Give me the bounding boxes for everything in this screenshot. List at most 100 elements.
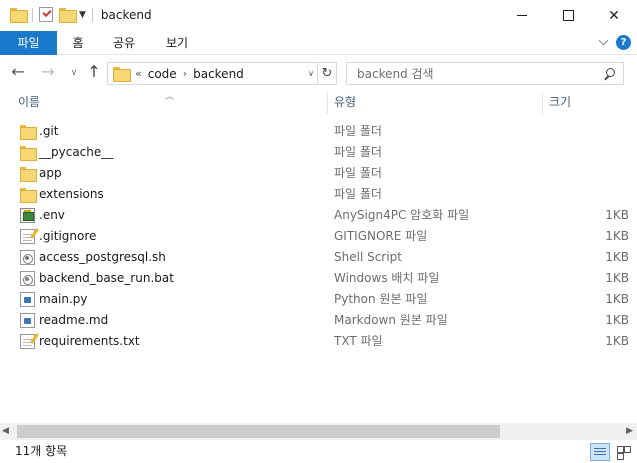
- minimize-button[interactable]: [499, 0, 545, 31]
- properties-icon[interactable]: [39, 7, 53, 22]
- window-title: backend: [100, 7, 152, 22]
- file-row-gitignore[interactable]: .gitignore GITIGNORE 파일 1KB: [0, 226, 637, 247]
- details-view-icon[interactable]: [590, 443, 610, 461]
- file-size: 1KB: [605, 334, 629, 348]
- file-type: GITIGNORE 파일: [334, 229, 428, 243]
- file-name: access_postgresql.sh: [39, 250, 166, 264]
- file-name: main.py: [39, 292, 88, 306]
- status-bar: 11개 항목: [0, 440, 637, 463]
- folder-icon: [20, 166, 37, 182]
- file-name: requirements.txt: [39, 334, 140, 348]
- file-size: 1KB: [605, 271, 629, 285]
- file-row-access-postgresql[interactable]: access_postgresql.sh Shell Script 1KB: [0, 247, 637, 268]
- file-type: 파일 폴더: [334, 187, 382, 201]
- new-folder-icon[interactable]: [59, 8, 77, 23]
- customize-toolbar-dropdown-icon[interactable]: ▼: [79, 10, 86, 20]
- help-icon[interactable]: ?: [616, 35, 631, 50]
- scroll-left-icon[interactable]: ◀: [2, 426, 9, 436]
- tab-share[interactable]: 공유: [108, 31, 140, 55]
- breadcrumb-backend[interactable]: backend: [193, 67, 244, 81]
- file-row-app[interactable]: app 파일 폴더: [0, 163, 637, 184]
- file-row-extensions[interactable]: extensions 파일 폴더: [0, 184, 637, 205]
- large-icons-view-icon[interactable]: [614, 443, 634, 461]
- file-type: Markdown 원본 파일: [334, 313, 448, 327]
- ribbon-tabs: 파일 홈 공유 보기 ?: [0, 31, 637, 55]
- column-header-size[interactable]: 크기: [549, 90, 571, 114]
- file-type: Windows 배치 파일: [334, 271, 440, 285]
- file-size: 1KB: [605, 229, 629, 243]
- breadcrumb-code[interactable]: code: [148, 67, 177, 81]
- window-controls: ✕: [499, 0, 637, 31]
- horizontal-scrollbar[interactable]: ◀ ▶: [0, 423, 637, 440]
- toolbar-divider: [91, 7, 93, 22]
- column-header-row: ︿ 이름 유형 크기: [0, 90, 637, 114]
- address-dropdown-icon[interactable]: ∨: [304, 62, 318, 85]
- file-size: 1KB: [605, 292, 629, 306]
- breadcrumb-overflow[interactable]: «: [135, 67, 142, 80]
- folder-icon: [113, 67, 131, 82]
- recent-locations-chevron-icon[interactable]: ∨: [66, 65, 82, 81]
- chevron-right-icon[interactable]: ›: [183, 67, 187, 80]
- python-file-icon: [20, 292, 35, 307]
- scroll-right-icon[interactable]: ▶: [626, 426, 633, 436]
- file-row-requirements[interactable]: requirements.txt TXT 파일 1KB: [0, 331, 637, 352]
- folder-icon: [20, 145, 37, 161]
- tab-home[interactable]: 홈: [66, 31, 90, 55]
- file-type: 파일 폴더: [334, 166, 382, 180]
- file-name: app: [39, 166, 62, 180]
- file-row-backend-base-run[interactable]: backend_base_run.bat Windows 배치 파일 1KB: [0, 268, 637, 289]
- file-type: AnySign4PC 암호화 파일: [334, 208, 470, 222]
- close-button[interactable]: ✕: [591, 0, 637, 31]
- file-row-env[interactable]: .env AnySign4PC 암호화 파일 1KB: [0, 205, 637, 226]
- title-bar: ▼ backend ✕: [0, 0, 637, 31]
- sort-ascending-icon: ︿: [165, 92, 175, 102]
- navigation-bar: ← → ∨ ↑ « code › backend ∨ ↻: [0, 56, 637, 90]
- file-type: TXT 파일: [334, 334, 383, 348]
- up-arrow-icon[interactable]: ↑: [86, 64, 102, 80]
- column-divider[interactable]: [542, 92, 543, 114]
- file-list: .git 파일 폴더 __pycache__ 파일 폴더 app 파일 폴더 e…: [0, 121, 637, 352]
- column-divider[interactable]: [327, 92, 328, 114]
- column-header-name[interactable]: 이름: [18, 90, 40, 114]
- search-input[interactable]: [347, 63, 587, 84]
- file-name: readme.md: [39, 313, 109, 327]
- file-name: .env: [39, 208, 65, 222]
- search-icon[interactable]: [604, 68, 615, 79]
- file-size: 1KB: [605, 250, 629, 264]
- tab-view[interactable]: 보기: [160, 31, 194, 55]
- file-size: 1KB: [605, 313, 629, 327]
- file-row-pycache[interactable]: __pycache__ 파일 폴더: [0, 142, 637, 163]
- maximize-button[interactable]: [545, 0, 591, 31]
- script-file-icon: [20, 271, 35, 286]
- toolbar-divider: [32, 7, 33, 22]
- file-row-readme[interactable]: readme.md Markdown 원본 파일 1KB: [0, 310, 637, 331]
- item-count: 11개 항목: [15, 444, 68, 458]
- notepad-file-icon: [20, 334, 35, 349]
- tab-file[interactable]: 파일: [0, 31, 57, 55]
- file-name: backend_base_run.bat: [39, 271, 174, 285]
- search-box[interactable]: [346, 62, 624, 85]
- file-type: 파일 폴더: [334, 124, 382, 138]
- file-type: Python 원본 파일: [334, 292, 428, 306]
- file-name: .git: [39, 124, 59, 138]
- file-name: .gitignore: [39, 229, 97, 243]
- file-type: Shell Script: [334, 250, 402, 264]
- file-type: 파일 폴더: [334, 145, 382, 159]
- folder-icon: [10, 8, 28, 23]
- file-size: 1KB: [605, 208, 629, 222]
- file-name: __pycache__: [39, 145, 114, 159]
- back-arrow-icon[interactable]: ←: [10, 64, 26, 80]
- markdown-file-icon: [20, 313, 35, 328]
- forward-arrow-icon[interactable]: →: [40, 64, 56, 80]
- notepad-file-icon: [20, 229, 35, 244]
- folder-icon: [20, 187, 37, 203]
- file-row-git[interactable]: .git 파일 폴더: [0, 121, 637, 142]
- address-bar[interactable]: « code › backend: [107, 62, 318, 85]
- folder-icon: [20, 124, 37, 140]
- expand-ribbon-chevron-icon[interactable]: [597, 35, 611, 49]
- scrollbar-thumb[interactable]: [17, 425, 500, 438]
- file-row-main-py[interactable]: main.py Python 원본 파일 1KB: [0, 289, 637, 310]
- refresh-icon[interactable]: ↻: [318, 62, 337, 85]
- script-file-icon: [20, 250, 35, 265]
- column-header-type[interactable]: 유형: [334, 90, 356, 114]
